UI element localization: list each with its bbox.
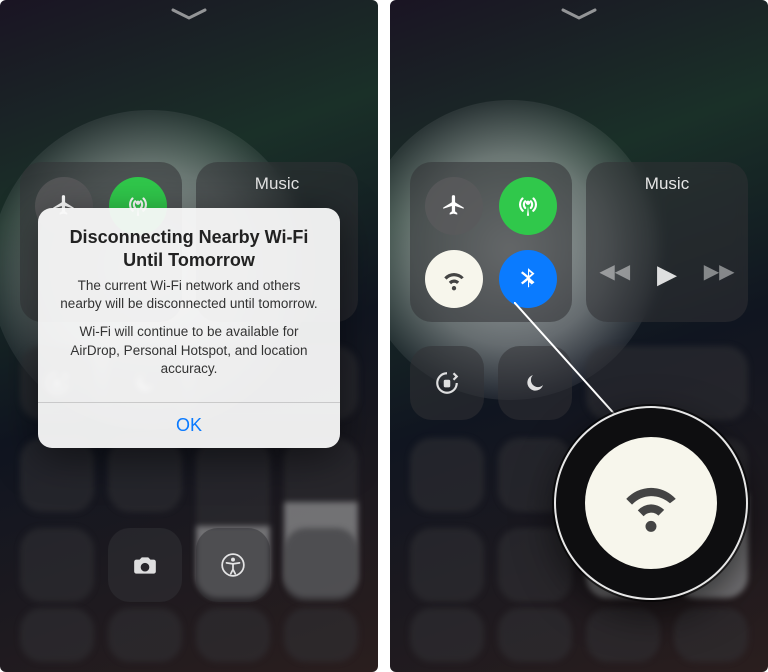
alert-message: The current Wi-Fi network and others nea… — [56, 277, 322, 378]
wifi-icon — [441, 266, 467, 292]
accessibility-button[interactable] — [196, 528, 270, 602]
music-label: Music — [586, 174, 748, 194]
extra-tile-6[interactable] — [674, 608, 748, 662]
music-label: Music — [196, 174, 358, 194]
dnd-button[interactable] — [498, 346, 572, 420]
cellular-data-button[interactable] — [499, 177, 557, 235]
antenna-icon — [515, 193, 541, 219]
camera-button[interactable] — [108, 528, 182, 602]
app-row-3 — [410, 608, 748, 662]
camera-icon — [132, 552, 158, 578]
collapse-chevron-icon[interactable] — [561, 8, 597, 27]
accessibility-icon — [220, 552, 246, 578]
wifi-icon — [618, 470, 684, 536]
control-center-right: Music ◀◀ ▶ ▶▶ — [390, 0, 768, 672]
airplane-icon — [441, 193, 467, 219]
connectivity-tile[interactable] — [410, 162, 572, 322]
app-row-3 — [20, 608, 358, 662]
wifi-button[interactable] — [425, 250, 483, 308]
extra-tile-3[interactable] — [108, 608, 182, 662]
timer-button[interactable] — [108, 438, 182, 512]
flashlight-button[interactable] — [20, 438, 94, 512]
alert-ok-button[interactable]: OK — [38, 403, 340, 448]
collapse-chevron-icon[interactable] — [171, 8, 207, 27]
music-tile[interactable]: Music ◀◀ ▶ ▶▶ — [586, 162, 748, 322]
extra-tile-1[interactable] — [410, 528, 484, 602]
extra-tile-4[interactable] — [498, 608, 572, 662]
wifi-zoom-callout — [554, 406, 748, 600]
screenshot-comparison: Music — [0, 0, 768, 672]
extra-tile-5[interactable] — [586, 608, 660, 662]
secondary-row — [410, 346, 748, 420]
extra-tile-1[interactable] — [284, 528, 358, 602]
next-track-button[interactable]: ▶▶ — [704, 259, 735, 290]
control-center-left: Music — [0, 0, 378, 672]
media-controls: ◀◀ ▶ ▶▶ — [586, 259, 748, 290]
wifi-zoom-inner — [585, 437, 717, 569]
bluetooth-icon — [515, 266, 541, 292]
app-row-2 — [20, 528, 358, 602]
extra-tile-5[interactable] — [284, 608, 358, 662]
alert-title: Disconnecting Nearby Wi-Fi Until Tomorro… — [56, 226, 322, 271]
bluetooth-button[interactable] — [499, 250, 557, 308]
flashlight-button[interactable] — [410, 438, 484, 512]
rotation-lock-button[interactable] — [410, 346, 484, 420]
play-button[interactable]: ▶ — [657, 259, 677, 290]
prev-track-button[interactable]: ◀◀ — [599, 259, 630, 290]
calculator-button[interactable] — [20, 528, 94, 602]
extra-tile-2[interactable] — [20, 608, 94, 662]
rotation-lock-icon — [434, 370, 460, 396]
extra-tile-3[interactable] — [410, 608, 484, 662]
extra-tile-4[interactable] — [196, 608, 270, 662]
airplane-mode-button[interactable] — [425, 177, 483, 235]
connectivity-grid — [410, 162, 572, 322]
control-center-grid: Music ◀◀ ▶ ▶▶ — [410, 162, 748, 322]
wifi-disconnect-alert: Disconnecting Nearby Wi-Fi Until Tomorro… — [38, 208, 340, 448]
moon-icon — [523, 371, 547, 395]
